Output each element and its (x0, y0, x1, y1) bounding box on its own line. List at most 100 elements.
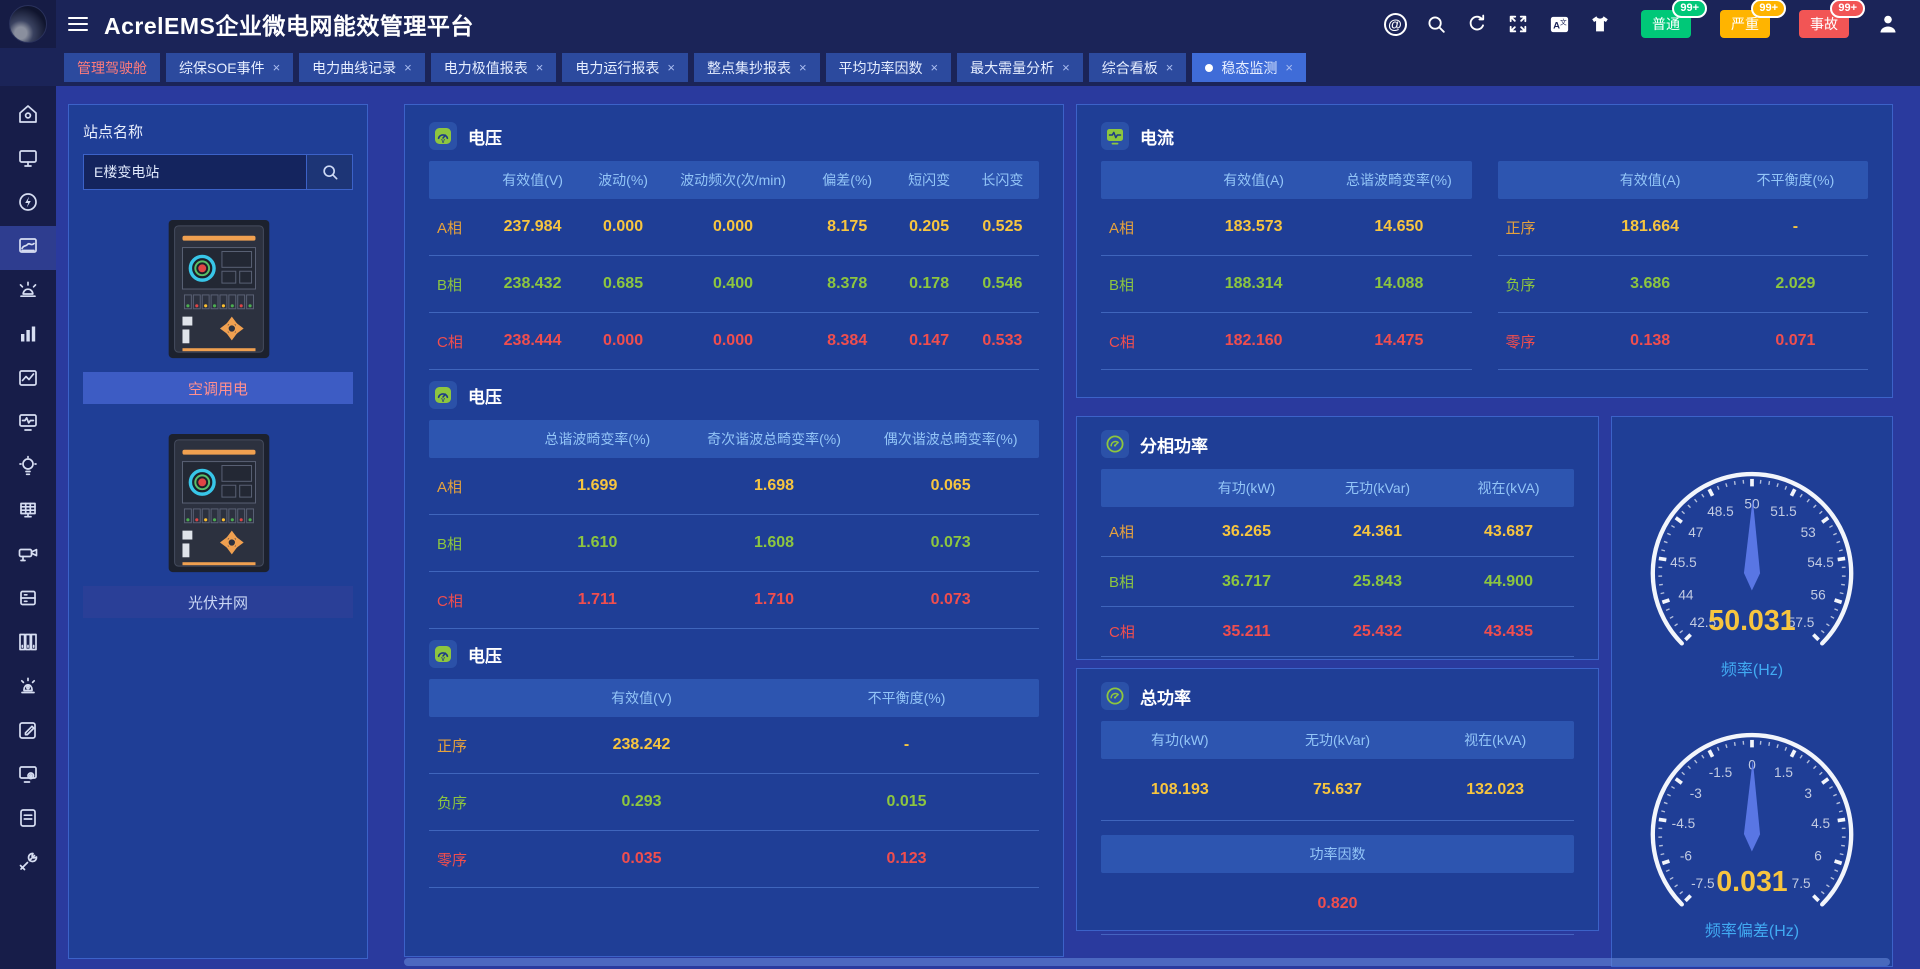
tab-item[interactable]: 整点集抄报表× (694, 53, 820, 82)
table-row: B相36.71725.84344.900 (1101, 557, 1574, 607)
tab-close-icon[interactable]: × (1166, 61, 1174, 74)
bulb-icon (16, 454, 40, 483)
sidebar-item-archive[interactable] (0, 622, 56, 666)
sidebar-item-alarm[interactable] (0, 270, 56, 314)
table-header-row: 功率因数 (1101, 835, 1574, 873)
theme-icon[interactable] (1588, 12, 1612, 36)
tab-item[interactable]: 综保SOE事件 × (166, 53, 293, 82)
table-header-row: 有效值(A)不平衡度(%) (1498, 161, 1869, 199)
column-header: 不平衡度(%) (1723, 170, 1868, 190)
sidebar-item-edit[interactable] (0, 710, 56, 754)
horizontal-scrollbar[interactable] (404, 958, 1890, 966)
refresh-icon[interactable] (1465, 12, 1489, 36)
sidebar-item-trend-chart[interactable] (0, 358, 56, 402)
avatar[interactable] (9, 5, 47, 43)
energy-chart-icon (16, 234, 40, 263)
user-icon[interactable] (1876, 12, 1900, 36)
tab-item[interactable]: 综合看板× (1089, 53, 1187, 82)
column-header: 奇次谐波总畸变率(%) (686, 429, 863, 449)
sidebar-item-home[interactable] (0, 94, 56, 138)
tab-close-icon[interactable]: × (273, 61, 281, 74)
tab-label: 稳态监测 (1221, 58, 1277, 78)
table-row: A相36.26524.36143.687 (1101, 507, 1574, 557)
translate-icon[interactable]: A文 (1547, 12, 1571, 36)
table-row: B相1.6101.6080.073 (429, 515, 1039, 572)
sidebar-item-energy-chart[interactable] (0, 226, 56, 270)
station-search-button[interactable] (307, 154, 353, 190)
row-label: 零序 (1498, 331, 1578, 352)
relay-device-image (83, 216, 353, 364)
solar-panel-icon (16, 498, 40, 527)
tab-item[interactable]: 电力曲线记录× (299, 53, 425, 82)
cell-value: 0.685 (582, 275, 664, 293)
main-content: V 电压有效值(V)波动(%)波动频次(次/min)偏差(%)短闪变长闪变A相2… (368, 86, 1920, 969)
camera-icon (16, 542, 40, 571)
alarm-badge[interactable]: 普通 99+ (1641, 10, 1691, 38)
tab-close-icon[interactable]: × (799, 61, 807, 74)
alarm-badge[interactable]: 严重 99+ (1720, 10, 1770, 38)
tab-item[interactable]: 管理驾驶舱 (64, 53, 160, 82)
tab-item[interactable]: 稳态监测 × (1192, 53, 1306, 82)
cell-value: 0.178 (892, 275, 965, 293)
tab-item[interactable]: 平均功率因数× (826, 53, 952, 82)
tab-close-icon[interactable]: × (667, 61, 675, 74)
alarm-badge[interactable]: 事故 99+ (1799, 10, 1849, 38)
sidebar-item-camera[interactable] (0, 534, 56, 578)
voltage-section: V 电压有效值(V)波动(%)波动频次(次/min)偏差(%)短闪变长闪变A相2… (429, 111, 1039, 370)
device-card[interactable]: 光伏并网 (83, 430, 353, 618)
cell-value: 1.610 (509, 534, 686, 552)
gauge-dial: -7.5-6-4.5-3-1.501.534.567.50.031 (1628, 720, 1876, 931)
tab-close-icon[interactable]: × (404, 61, 412, 74)
menu-toggle-icon[interactable] (68, 13, 88, 35)
tab-close-icon[interactable]: × (1285, 61, 1293, 74)
tab-item[interactable]: 最大需量分析× (957, 53, 1083, 82)
table-row: 108.19375.637132.023 (1101, 759, 1574, 821)
column-header: 有效值(A) (1578, 170, 1723, 190)
tab-label: 电力极值报表 (444, 58, 528, 78)
page-title: AcrelEMS企业微电网能效管理平台 (104, 7, 474, 41)
table-row: C相182.16014.475 (1101, 313, 1472, 370)
cell-value: 14.650 (1326, 218, 1471, 236)
sidebar-item-energy[interactable] (0, 182, 56, 226)
sidebar-item-screen[interactable] (0, 138, 56, 182)
power-gauge-icon (1101, 682, 1129, 710)
tab-close-icon[interactable]: × (1062, 61, 1070, 74)
cell-value: 238.444 (483, 332, 582, 350)
cell-value: 181.664 (1578, 218, 1723, 236)
tools-icon (16, 850, 40, 879)
tab-close-icon[interactable]: × (536, 61, 544, 74)
tab-close-icon[interactable]: × (931, 61, 939, 74)
sidebar-item-cabinet[interactable] (0, 578, 56, 622)
svg-text:0.031: 0.031 (1716, 866, 1787, 898)
total-power-panel: 总功率 有功(kW)无功(kVar)视在(kVA)108.19375.63713… (1076, 668, 1599, 931)
cell-value: 0.000 (582, 332, 664, 350)
sidebar-item-solar-panel[interactable] (0, 490, 56, 534)
cell-value: 25.432 (1312, 623, 1443, 641)
sidebar-item-monitor-gear[interactable] (0, 754, 56, 798)
station-search-input[interactable] (83, 154, 307, 190)
sidebar-item-bar-chart[interactable] (0, 314, 56, 358)
device-card[interactable]: 空调用电 (83, 216, 353, 404)
svg-text:7.5: 7.5 (1792, 876, 1811, 891)
sidebar-item-bulb[interactable] (0, 446, 56, 490)
sidebar-item-tools[interactable] (0, 842, 56, 886)
tab-label: 综保SOE事件 (179, 58, 265, 78)
tab-item[interactable]: 电力极值报表 × (431, 53, 557, 82)
cell-value: 0.000 (664, 332, 802, 350)
cell-value: 108.193 (1101, 781, 1259, 799)
at-icon[interactable]: @ (1383, 12, 1407, 36)
sidebar-item-monitor-pulse[interactable] (0, 402, 56, 446)
column-header: 不平衡度(%) (774, 688, 1039, 708)
device-list: 空调用电 光伏并网 (83, 190, 353, 618)
data-table: 有效值(A)总谐波畸变率(%)A相183.57314.650B相188.3141… (1101, 161, 1472, 370)
search-icon[interactable] (1424, 12, 1448, 36)
sidebar-item-note[interactable] (0, 798, 56, 842)
badge-count: 99+ (1830, 0, 1865, 18)
svg-text:-7.5: -7.5 (1691, 876, 1714, 891)
fullscreen-icon[interactable] (1506, 12, 1530, 36)
row-label: B相 (1101, 571, 1181, 592)
svg-text:45.5: 45.5 (1670, 555, 1697, 570)
tab-item[interactable]: 电力运行报表× (562, 53, 688, 82)
sidebar-item-beacon[interactable] (0, 666, 56, 710)
svg-text:-4.5: -4.5 (1672, 816, 1695, 831)
